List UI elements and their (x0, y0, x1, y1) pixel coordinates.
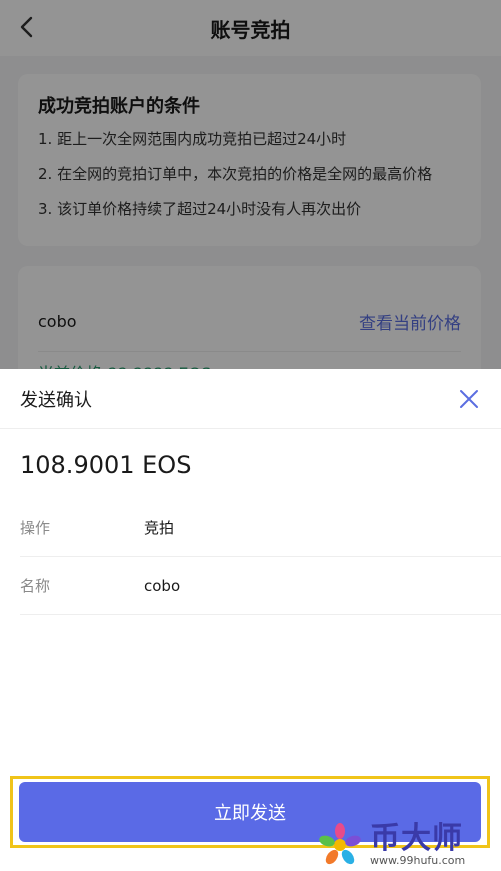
detail-row-name: 名称 cobo (20, 557, 501, 615)
detail-label: 名称 (20, 577, 51, 595)
sheet-title: 发送确认 (20, 389, 92, 411)
detail-value: 竞拍 (144, 519, 175, 537)
detail-value: cobo (144, 576, 181, 595)
detail-row-operation: 操作 竞拍 (20, 499, 501, 557)
screen: 账号竞拍 成功竞拍账户的条件 1. 距上一次全网范围内成功竞拍已超过24小时 2… (0, 0, 501, 871)
watermark: 币大师 www.99hufu.com (316, 820, 496, 870)
close-icon[interactable] (457, 387, 481, 411)
flower-logo-icon (319, 823, 361, 865)
detail-label: 操作 (20, 519, 51, 537)
watermark-brand: 币大师 (370, 820, 463, 856)
watermark-url: www.99hufu.com (370, 853, 466, 867)
send-amount: 108.9001 EOS (20, 451, 192, 479)
sheet-header: 发送确认 (0, 369, 501, 429)
